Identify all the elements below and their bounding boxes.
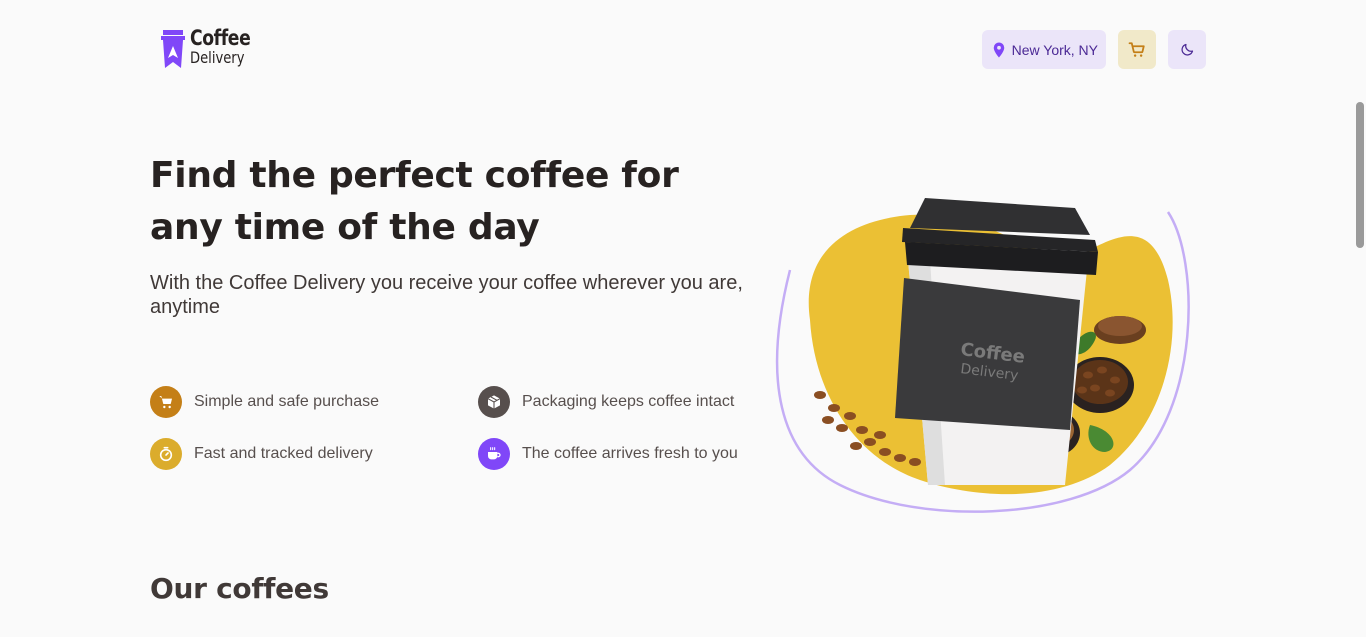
brand-logo[interactable]: Coffee Delivery (160, 28, 264, 70)
feature-item: Simple and safe purchase (150, 386, 478, 418)
feature-item: The coffee arrives fresh to you (478, 438, 750, 470)
feature-list: Simple and safe purchase Packaging keeps… (150, 386, 750, 470)
feature-label: Packaging keeps coffee intact (522, 393, 735, 410)
map-pin-icon (993, 42, 1004, 57)
feature-item: Fast and tracked delivery (150, 438, 478, 470)
header: Coffee Delivery New York, NY (0, 0, 1366, 100)
section-title-our-coffees: Our coffees (150, 572, 329, 605)
location-button[interactable]: New York, NY (981, 30, 1106, 69)
cup-logo-icon (161, 30, 185, 68)
scrollbar-thumb[interactable] (1356, 102, 1364, 248)
timer-icon (150, 438, 182, 470)
hero-subtitle: With the Coffee Delivery you receive you… (150, 272, 743, 318)
hero-coffee-image: Coffee Delivery (775, 198, 1190, 513)
page-scrollbar[interactable] (1354, 100, 1366, 250)
cart-button[interactable] (1118, 30, 1156, 69)
package-icon (478, 386, 510, 418)
moon-icon (1180, 43, 1193, 56)
theme-toggle-button[interactable] (1168, 30, 1206, 69)
feature-label: Fast and tracked delivery (194, 445, 373, 462)
cart-icon (1128, 41, 1145, 57)
location-label: New York, NY (1011, 41, 1098, 58)
coffee-icon (478, 438, 510, 470)
brand-name-line2: Delivery (190, 48, 245, 67)
header-actions: New York, NY (981, 30, 1206, 69)
feature-label: The coffee arrives fresh to you (522, 445, 738, 462)
cart-icon (150, 386, 182, 418)
feature-label: Simple and safe purchase (194, 393, 379, 410)
hero-title: Find the perfect coffee for any time of … (150, 155, 679, 248)
feature-item: Packaging keeps coffee intact (478, 386, 750, 418)
brand-name-line1: Coffee (190, 26, 251, 50)
